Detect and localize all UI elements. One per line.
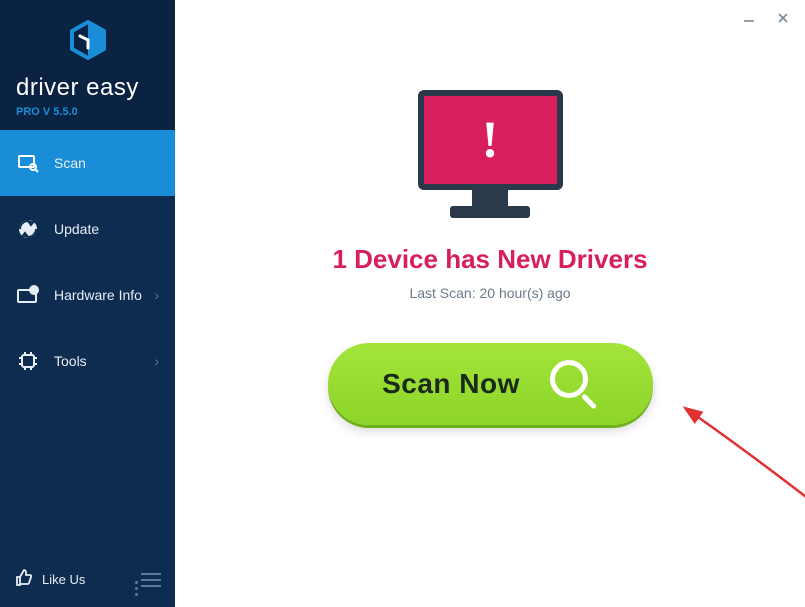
sidebar-item-label: Hardware Info (54, 287, 154, 303)
brand-name: driver easy (16, 74, 159, 102)
scan-icon (16, 151, 40, 175)
sidebar: driver easy PRO V 5.5.0 Scan Update (0, 0, 175, 607)
scan-now-label: Scan Now (382, 368, 520, 400)
thumbs-up-icon (14, 568, 34, 591)
search-icon (546, 358, 598, 410)
scan-now-button[interactable]: Scan Now (328, 343, 653, 425)
brand-version: PRO V 5.5.0 (16, 106, 159, 118)
hardware-info-icon: i (16, 283, 40, 307)
annotation-arrow (655, 400, 805, 520)
logo-area: driver easy PRO V 5.5.0 (0, 0, 175, 130)
sidebar-item-tools[interactable]: Tools › (0, 328, 175, 394)
close-button[interactable] (773, 8, 793, 28)
minimize-button[interactable] (739, 8, 759, 28)
update-icon (16, 217, 40, 241)
like-us-button[interactable]: Like Us (14, 568, 85, 591)
chevron-right-icon: › (154, 353, 159, 369)
like-us-label: Like Us (42, 572, 85, 587)
chevron-right-icon: › (154, 287, 159, 303)
sidebar-item-scan[interactable]: Scan (0, 130, 175, 196)
sidebar-item-label: Tools (54, 353, 154, 369)
menu-button[interactable] (141, 573, 161, 587)
logo-icon (16, 18, 159, 66)
titlebar (175, 0, 805, 36)
sidebar-item-update[interactable]: Update (0, 196, 175, 262)
last-scan-text: Last Scan: 20 hour(s) ago (409, 285, 570, 301)
svg-text:i: i (33, 286, 35, 295)
sidebar-item-hardware-info[interactable]: i Hardware Info › (0, 262, 175, 328)
sidebar-item-label: Update (54, 221, 159, 237)
sidebar-item-label: Scan (54, 155, 159, 171)
tools-icon (16, 349, 40, 373)
main-content: ! 1 Device has New Drivers Last Scan: 20… (175, 0, 805, 607)
alert-monitor-icon: ! (418, 90, 563, 218)
scan-result-headline: 1 Device has New Drivers (332, 244, 647, 275)
nav: Scan Update i Hardware Info › (0, 130, 175, 568)
